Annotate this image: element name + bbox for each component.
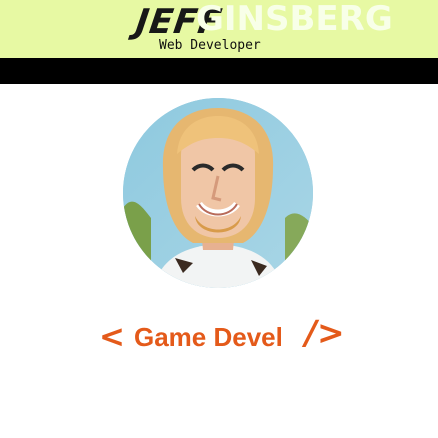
open-bracket: < bbox=[99, 319, 125, 355]
close-bracket: /> bbox=[305, 313, 345, 352]
headline-text: Game Devel bbox=[134, 322, 283, 352]
last-name-logo: GINSBERG bbox=[196, 0, 393, 39]
avatar bbox=[123, 98, 313, 288]
nav-bar bbox=[0, 58, 438, 84]
page: JEFF GINSBERG Web Developer < Game Devel… bbox=[0, 0, 438, 438]
site-header: JEFF GINSBERG Web Developer bbox=[0, 0, 438, 58]
job-title: Web Developer bbox=[159, 38, 261, 53]
avatar-illustration bbox=[123, 98, 313, 288]
